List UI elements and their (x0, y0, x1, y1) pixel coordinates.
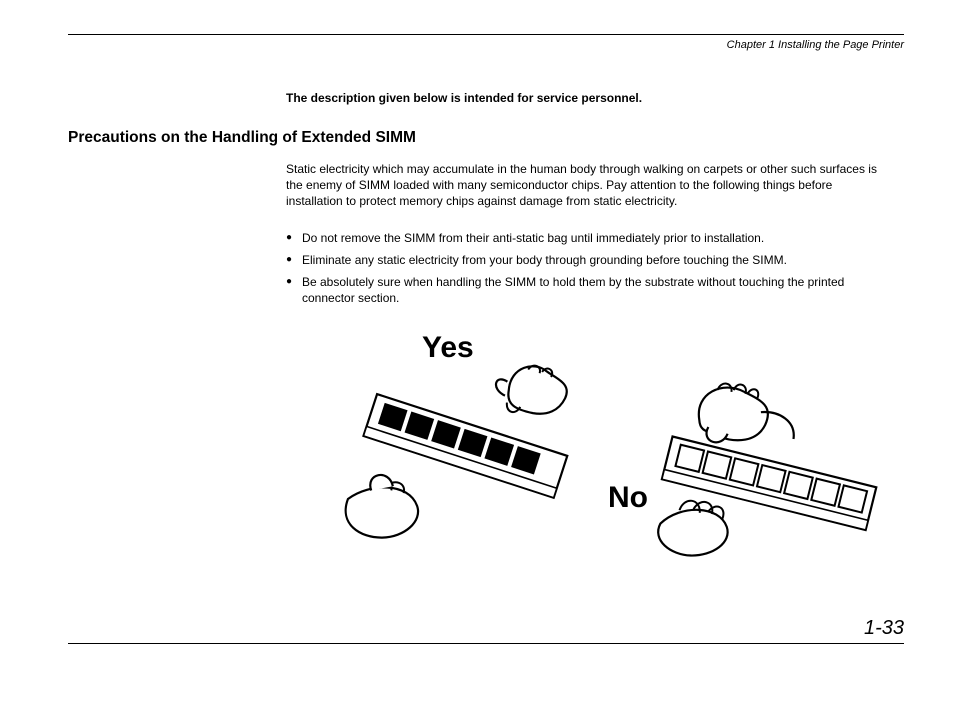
handling-figure: Yes (326, 324, 886, 584)
chapter-header: Chapter 1 Installing the Page Printer (68, 39, 904, 51)
figure-yes-label: Yes (422, 328, 474, 369)
page-number: 1-33 (864, 617, 904, 640)
footer-rule (68, 643, 904, 644)
section-title: Precautions on the Handling of Extended … (68, 129, 904, 147)
list-item: Eliminate any static electricity from yo… (286, 252, 886, 268)
intro-paragraph: Static electricity which may accumulate … (286, 161, 886, 210)
header-rule (68, 34, 904, 35)
figure-no-label: No (608, 478, 648, 519)
list-item: Do not remove the SIMM from their anti-s… (286, 230, 886, 246)
list-item: Be absolutely sure when handling the SIM… (286, 274, 886, 306)
no-illustration-icon (614, 368, 914, 598)
precaution-list: Do not remove the SIMM from their anti-s… (286, 230, 886, 307)
service-notice: The description given below is intended … (286, 91, 904, 105)
